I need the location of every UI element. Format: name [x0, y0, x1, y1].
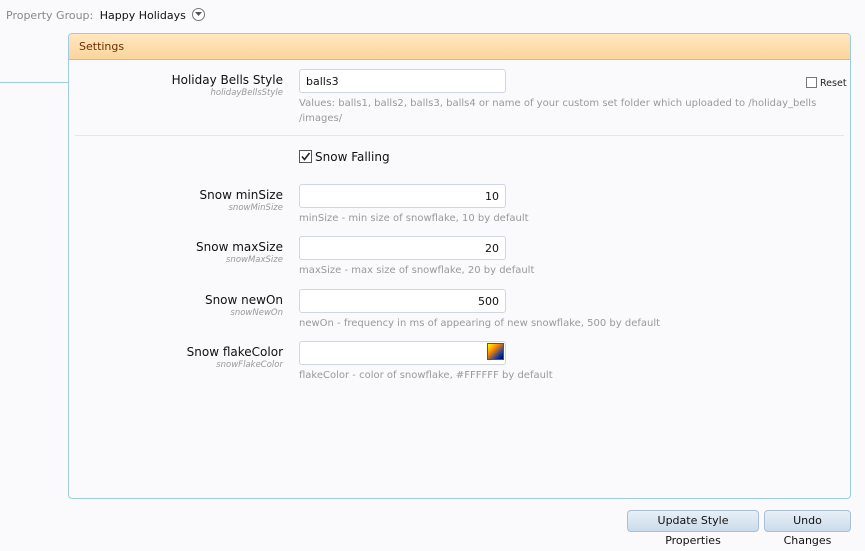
bells-style-label-group: Holiday Bells Style holidayBellsStyle	[172, 73, 283, 98]
settings-panel: Settings Reset Holiday Bells Style holid…	[68, 33, 851, 499]
chevron-down-icon[interactable]	[192, 8, 206, 21]
update-style-properties-button[interactable]: Update Style Properties	[627, 510, 759, 547]
property-group: Property Group: Happy Holidays	[6, 8, 206, 22]
undo-changes-button[interactable]: Undo Changes	[764, 510, 851, 547]
field-label: Snow newOn	[204, 293, 283, 307]
snow-falling-label: Snow Falling	[315, 150, 390, 164]
new-on-input[interactable]	[299, 289, 506, 313]
flake-color-input[interactable]	[299, 341, 506, 365]
field-hint: maxSize - max size of snowflake, 20 by d…	[299, 265, 535, 276]
field-hint: Values: balls1, balls2, balls3, balls4 o…	[299, 98, 817, 124]
field-label: Snow minSize	[199, 188, 283, 202]
reset-label: Reset	[820, 78, 847, 89]
field-label: Holiday Bells Style	[171, 73, 283, 87]
sidebar-divider	[0, 82, 69, 83]
checkbox-checked-icon[interactable]	[299, 150, 312, 163]
checkbox-icon[interactable]	[806, 77, 817, 88]
section-divider	[75, 135, 844, 136]
reset-checkbox[interactable]: Reset	[806, 77, 847, 89]
bells-style-input[interactable]	[299, 69, 506, 93]
min-size-label-group: Snow minSize snowMinSize	[200, 188, 283, 213]
flake-color-field	[299, 341, 506, 365]
min-size-input[interactable]	[299, 184, 506, 208]
snow-falling-checkbox[interactable]: Snow Falling	[299, 150, 390, 164]
max-size-input[interactable]	[299, 236, 506, 260]
property-group-label: Property Group:	[6, 9, 94, 22]
max-size-label-group: Snow maxSize snowMaxSize	[196, 240, 283, 265]
property-group-value: Happy Holidays	[99, 9, 186, 22]
field-hint: flakeColor - color of snowflake, #FFFFFF…	[299, 370, 553, 381]
flake-color-label-group: Snow flakeColor snowFlakeColor	[187, 345, 283, 370]
new-on-label-group: Snow newOn snowNewOn	[205, 293, 283, 318]
panel-title: Settings	[69, 34, 850, 60]
color-picker-icon[interactable]	[487, 343, 504, 360]
field-hint: minSize - min size of snowflake, 10 by d…	[299, 213, 529, 224]
field-label: Snow maxSize	[196, 240, 283, 254]
field-label: Snow flakeColor	[186, 345, 283, 359]
field-key: snowFlakeColor	[216, 360, 283, 370]
field-key: snowMaxSize	[226, 255, 283, 265]
field-key: holidayBellsStyle	[210, 88, 283, 98]
field-key: snowMinSize	[228, 203, 284, 213]
field-hint: newOn - frequency in ms of appearing of …	[299, 318, 661, 329]
field-key: snowNewOn	[230, 308, 283, 318]
